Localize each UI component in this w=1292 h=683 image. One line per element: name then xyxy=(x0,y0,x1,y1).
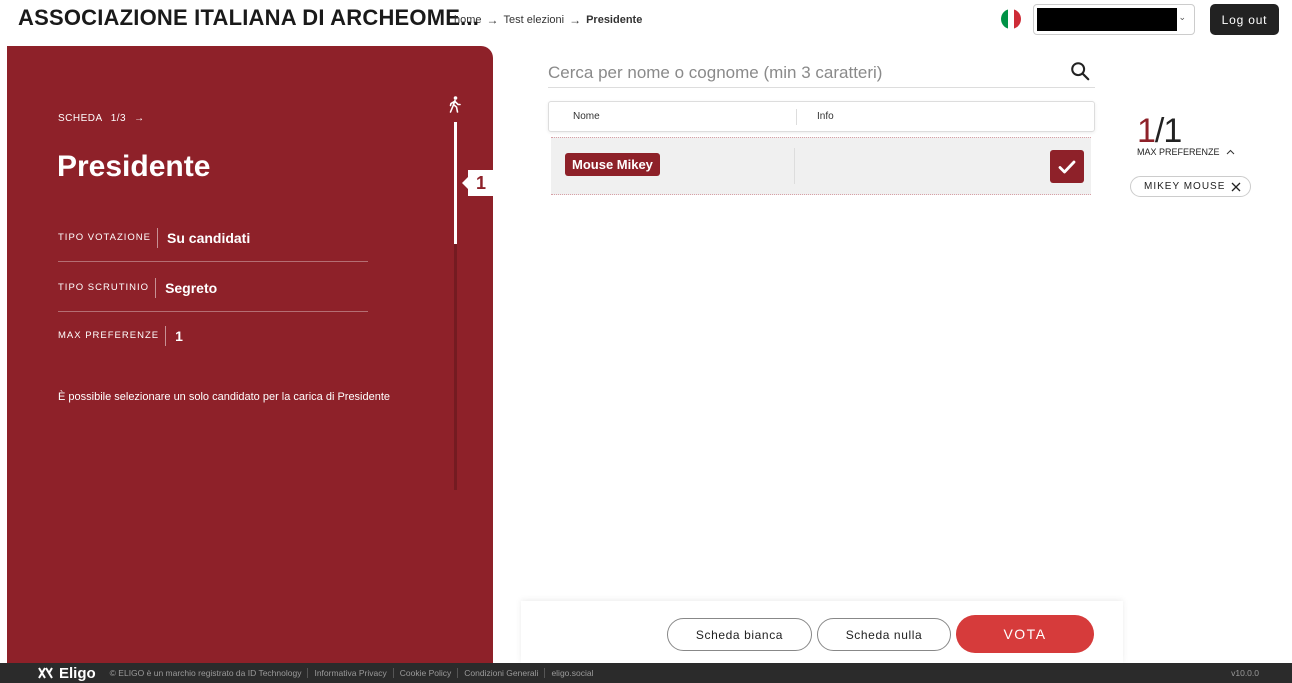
ballot-progress-label: SCHEDA xyxy=(58,113,103,124)
blank-ballot-button[interactable]: Scheda bianca xyxy=(667,618,812,651)
footer: Eligo © ELIGO è un marchio registrato da… xyxy=(0,663,1292,683)
next-ballot-arrow-icon[interactable]: → xyxy=(134,113,145,124)
organization-name[interactable]: ASSOCIAZIONE ITALIANA DI ARCHEOME... xyxy=(18,5,479,31)
checkmark-icon xyxy=(1058,160,1076,173)
column-header-name: Nome xyxy=(549,108,797,125)
walking-person-icon xyxy=(448,96,462,119)
ballot-progress-fill xyxy=(454,122,457,244)
ballot-progress-count: 1/3 xyxy=(110,113,127,124)
ballot-progress-track xyxy=(454,122,457,490)
search-bar xyxy=(548,58,1095,88)
candidate-select-checkbox[interactable] xyxy=(1050,150,1084,183)
info-value: Segreto xyxy=(165,279,218,296)
breadcrumb-home[interactable]: home xyxy=(454,14,482,26)
user-select[interactable]: ⌄ xyxy=(1033,4,1195,35)
max-preferences-label: MAX PREFERENZE xyxy=(1137,147,1220,157)
info-row-voting-type: TIPO VOTAZIONE Su candidati xyxy=(58,214,368,262)
info-key: TIPO SCRUTINIO xyxy=(58,277,157,298)
ballot-title: Presidente xyxy=(57,150,211,183)
candidates-table-header: Nome Info xyxy=(548,101,1095,132)
eligo-logo[interactable]: Eligo xyxy=(38,665,96,682)
ballot-progress: SCHEDA 1/3 → xyxy=(58,113,145,124)
breadcrumb-election[interactable]: Test elezioni xyxy=(504,14,565,26)
search-input[interactable] xyxy=(548,58,1095,87)
max-preferences-toggle[interactable]: MAX PREFERENZE xyxy=(1137,147,1235,157)
logout-button[interactable]: Log out xyxy=(1210,4,1279,35)
column-header-info: Info xyxy=(817,111,834,122)
selection-counter: 1/1 xyxy=(1137,112,1182,151)
footer-link-privacy[interactable]: Informativa Privacy xyxy=(307,668,392,678)
selected-candidate-chip[interactable]: MIKEY MOUSE xyxy=(1130,176,1251,197)
arrow-right-icon: → xyxy=(486,13,499,27)
app-version: v10.0.0 xyxy=(1231,668,1259,678)
column-divider xyxy=(794,148,795,184)
close-icon[interactable] xyxy=(1231,179,1241,195)
chevron-down-icon: ⌄ xyxy=(1178,12,1186,22)
info-key: TIPO VOTAZIONE xyxy=(58,227,158,248)
info-key: MAX PREFERENZE xyxy=(58,326,167,346)
breadcrumb-current: Presidente xyxy=(586,14,643,26)
footer-link-site[interactable]: eligo.social xyxy=(544,668,599,678)
chip-label: MIKEY MOUSE xyxy=(1144,181,1226,192)
ballot-info-panel: SCHEDA 1/3 → Presidente TIPO VOTAZIONE S… xyxy=(7,46,494,663)
search-icon[interactable] xyxy=(1069,60,1091,82)
info-row-max-preferences: MAX PREFERENZE 1 xyxy=(58,312,368,360)
arrow-right-icon: → xyxy=(569,13,582,27)
selected-count: 1 xyxy=(1137,112,1156,150)
step-badge: 1 xyxy=(462,170,494,196)
candidate-name: Mouse Mikey xyxy=(565,153,660,176)
footer-link-cookie[interactable]: Cookie Policy xyxy=(392,668,458,678)
info-value: Su candidati xyxy=(167,229,251,246)
footer-copyright: © ELIGO è un marchio registrato da ID Te… xyxy=(109,668,302,678)
breadcrumb: home → Test elezioni → Presidente xyxy=(454,13,642,27)
vote-action-bar: Scheda bianca Scheda nulla VOTA xyxy=(521,601,1123,663)
info-value: 1 xyxy=(175,328,183,344)
max-count: 1 xyxy=(1163,112,1182,150)
table-row[interactable]: Mouse Mikey xyxy=(551,137,1091,195)
ballot-description: È possibile selezionare un solo candidat… xyxy=(58,391,391,403)
logo-text: Eligo xyxy=(59,664,96,682)
redacted-username xyxy=(1037,8,1177,31)
footer-links: © ELIGO è un marchio registrato da ID Te… xyxy=(110,668,600,678)
footer-link-terms[interactable]: Condizioni Generali xyxy=(457,668,544,678)
eligo-logo-icon xyxy=(38,667,53,679)
vote-button[interactable]: VOTA xyxy=(956,615,1094,653)
italian-flag-icon[interactable] xyxy=(1001,9,1021,29)
info-row-counting-type: TIPO SCRUTINIO Segreto xyxy=(58,264,368,312)
null-ballot-button[interactable]: Scheda nulla xyxy=(817,618,951,651)
header: ASSOCIAZIONE ITALIANA DI ARCHEOME... hom… xyxy=(0,0,1292,40)
chevron-up-icon xyxy=(1226,147,1235,157)
